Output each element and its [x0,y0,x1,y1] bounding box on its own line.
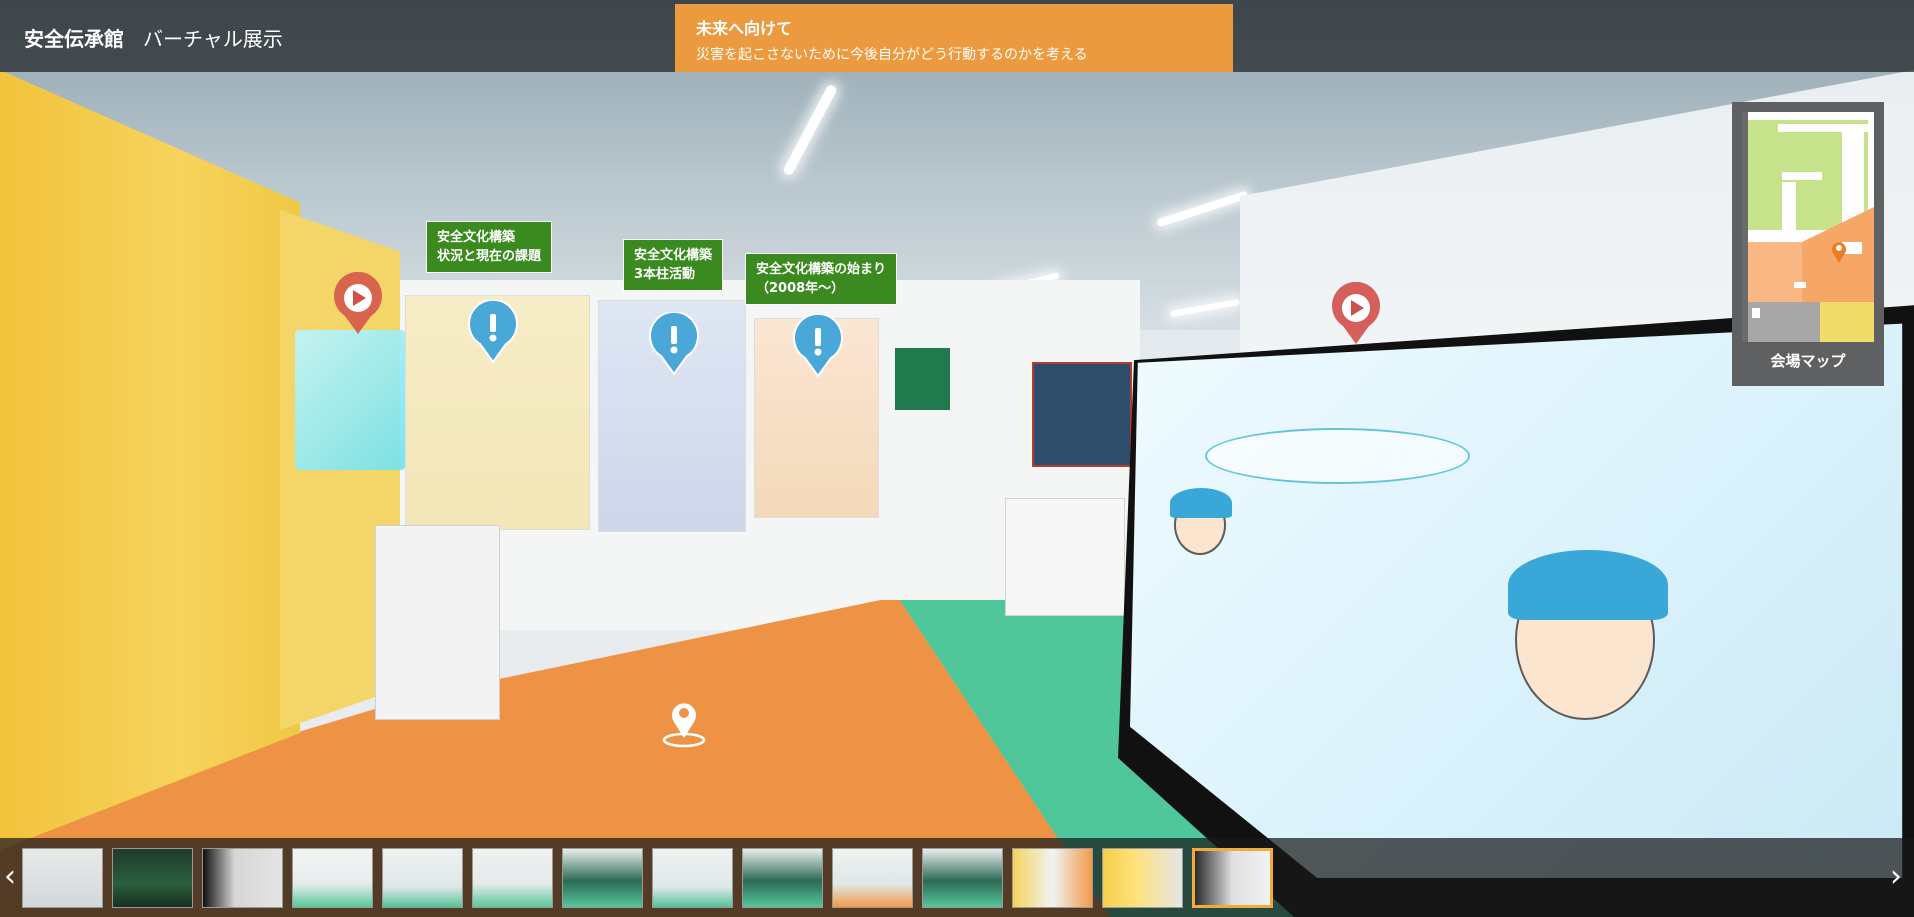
scene-thumbnail[interactable] [202,848,283,908]
hotspot-label[interactable]: 安全文化構築 状況と現在の課題 [426,221,553,273]
display-cabinet [1005,498,1125,616]
scene-thumbnail-list [22,848,1273,908]
scene-thumbnail[interactable] [292,848,373,908]
speech-bubble [1205,428,1470,484]
hotspot-label[interactable]: 安全文化構築の始まり （2008年～） [745,253,898,305]
scene-thumbnail[interactable] [382,848,463,908]
display-cabinet [375,525,500,720]
play-pin-icon[interactable] [331,272,385,336]
section-title: 未来へ向けて [696,19,793,38]
info-pin-icon[interactable] [647,312,701,376]
header-bar: 安全伝承館 バーチャル展示 未来へ向けて 災害を起こさないために今後自分がどう行… [0,0,1914,72]
brand-subtitle: バーチャル展示 [143,27,283,51]
scene-thumbnail[interactable] [652,848,733,908]
wall-sign [895,348,950,410]
scene-thumbnail-bar: ‹ › [0,838,1914,917]
helmet-large [1508,550,1668,620]
glow-screen [295,330,405,470]
section-description: 災害を起こさないために今後自分がどう行動するのかを考える [696,47,1088,63]
scene-thumbnail[interactable] [22,848,103,908]
scene-thumbnail[interactable] [472,848,553,908]
location-pin-icon [1832,242,1846,263]
scene-thumbnail[interactable] [922,848,1003,908]
brand-title: 安全伝承館 [24,27,124,51]
scene-thumbnail[interactable] [1012,848,1093,908]
venue-map[interactable]: 会場マップ [1732,102,1884,386]
wall-poster [1032,362,1132,467]
venue-map-label: 会場マップ [1770,352,1846,370]
scene-thumbnail[interactable] [742,848,823,908]
chevron-left-icon[interactable]: ‹ [0,858,22,896]
venue-map-floorplan [1742,112,1874,342]
helmet-small [1170,488,1232,518]
floorplan-graphic [1742,112,1874,342]
scene-thumbnail[interactable] [1102,848,1183,908]
scene-thumbnail[interactable] [832,848,913,908]
scene-thumbnail-active[interactable] [1192,848,1273,908]
location-pin-icon[interactable] [660,696,708,748]
play-pin-icon[interactable] [1329,282,1383,346]
scene-thumbnail[interactable] [562,848,643,908]
hotspot-label[interactable]: 安全文化構築 3本柱活動 [623,239,724,291]
section-banner: 未来へ向けて 災害を起こさないために今後自分がどう行動するのかを考える [675,4,1233,72]
scene-thumbnail[interactable] [112,848,193,908]
info-pin-icon[interactable] [791,314,845,378]
panorama-viewer[interactable] [0,0,1914,917]
left-wall [0,70,300,850]
info-pin-icon[interactable] [466,300,520,364]
chevron-right-icon[interactable]: › [1884,858,1908,896]
